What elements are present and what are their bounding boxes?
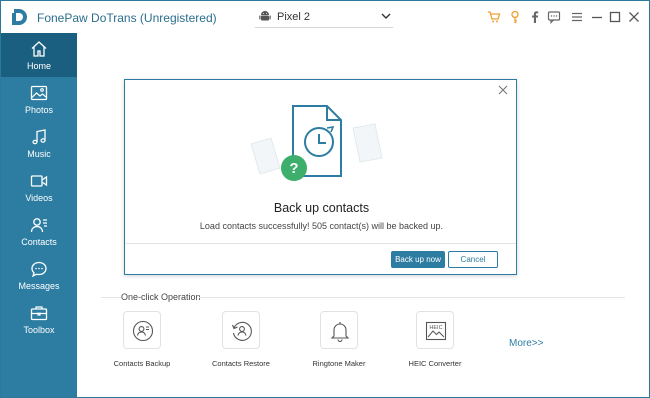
sidebar-item-videos[interactable]: Videos xyxy=(1,165,77,209)
sidebar-item-messages[interactable]: Messages xyxy=(1,253,77,297)
section-divider xyxy=(101,297,121,298)
sidebar-item-music[interactable]: Music xyxy=(1,121,77,165)
app-title: FonePaw DoTrans (Unregistered) xyxy=(37,11,217,25)
dialog-divider xyxy=(125,243,516,244)
messages-icon xyxy=(31,261,47,278)
ringtone-maker-tool[interactable]: Ringtone Maker xyxy=(299,311,379,371)
cart-icon[interactable] xyxy=(487,10,501,24)
operation-label: HEIC Converter xyxy=(408,359,462,368)
feedback-icon[interactable] xyxy=(547,10,561,24)
operation-label: Ringtone Maker xyxy=(312,359,366,368)
key-icon[interactable] xyxy=(508,10,522,24)
dialog-close-icon[interactable] xyxy=(498,85,508,95)
title-bar: FonePaw DoTrans (Unregistered) Pixel 2 xyxy=(1,1,649,33)
dialog-message: Load contacts successfully! 505 contact(… xyxy=(199,221,444,231)
contacts-backup-tool[interactable]: Contacts Backup xyxy=(102,311,182,371)
device-name: Pixel 2 xyxy=(277,11,311,23)
photos-icon xyxy=(30,85,48,101)
contacts-icon xyxy=(30,218,47,233)
heic-converter-icon: HEIC xyxy=(416,311,454,349)
android-icon xyxy=(259,11,271,21)
svg-text:?: ? xyxy=(289,160,298,177)
sidebar-item-photos[interactable]: Photos xyxy=(1,77,77,121)
cancel-button[interactable]: Cancel xyxy=(448,251,498,268)
app-logo-icon xyxy=(11,9,27,25)
one-click-section-title: One-click Operation xyxy=(121,292,205,302)
main-content: ? Back up contacts Load contacts success… xyxy=(77,33,649,397)
device-selector[interactable]: Pixel 2 xyxy=(255,8,393,28)
operation-label: Contacts Backup xyxy=(113,359,171,368)
minimize-icon[interactable] xyxy=(590,10,604,24)
section-divider xyxy=(199,297,625,298)
close-icon[interactable] xyxy=(627,10,641,24)
contacts-backup-icon xyxy=(123,311,161,349)
sidebar-item-label: Home xyxy=(26,61,51,71)
videos-icon xyxy=(30,175,48,187)
menu-icon[interactable] xyxy=(570,10,584,24)
dialog-title: Back up contacts xyxy=(273,201,370,215)
app-window: FonePaw DoTrans (Unregistered) Pixel 2 H… xyxy=(0,0,650,398)
sidebar-item-label: Messages xyxy=(18,281,60,291)
home-icon xyxy=(31,41,47,57)
heic-converter-tool[interactable]: HEIC HEIC Converter xyxy=(395,311,475,371)
sidebar-item-label: Contacts xyxy=(21,237,57,247)
sidebar: Home Photos Music Videos Contacts Messag… xyxy=(1,33,77,397)
music-icon xyxy=(32,129,46,145)
sidebar-item-label: Toolbox xyxy=(23,325,55,335)
contacts-restore-tool[interactable]: Contacts Restore xyxy=(201,311,281,371)
sidebar-item-home[interactable]: Home xyxy=(1,33,77,77)
toolbox-icon xyxy=(30,306,48,321)
ringtone-maker-icon xyxy=(320,311,358,349)
sidebar-item-label: Videos xyxy=(25,193,53,203)
sidebar-item-contacts[interactable]: Contacts xyxy=(1,209,77,253)
backup-contacts-dialog: ? Back up contacts Load contacts success… xyxy=(124,79,517,275)
svg-text:HEIC: HEIC xyxy=(429,325,442,331)
contacts-restore-icon xyxy=(222,311,260,349)
back-up-now-button[interactable]: Back up now xyxy=(391,251,445,268)
chevron-down-icon xyxy=(381,13,391,19)
facebook-icon[interactable] xyxy=(528,10,542,24)
sidebar-item-label: Music xyxy=(27,149,51,159)
operation-label: Contacts Restore xyxy=(212,359,270,368)
more-tools-link[interactable]: More>> xyxy=(509,338,543,349)
sidebar-item-toolbox[interactable]: Toolbox xyxy=(1,297,77,341)
maximize-icon[interactable] xyxy=(608,10,622,24)
backup-file-illustration-icon: ? xyxy=(250,105,383,181)
sidebar-item-label: Photos xyxy=(24,105,54,115)
